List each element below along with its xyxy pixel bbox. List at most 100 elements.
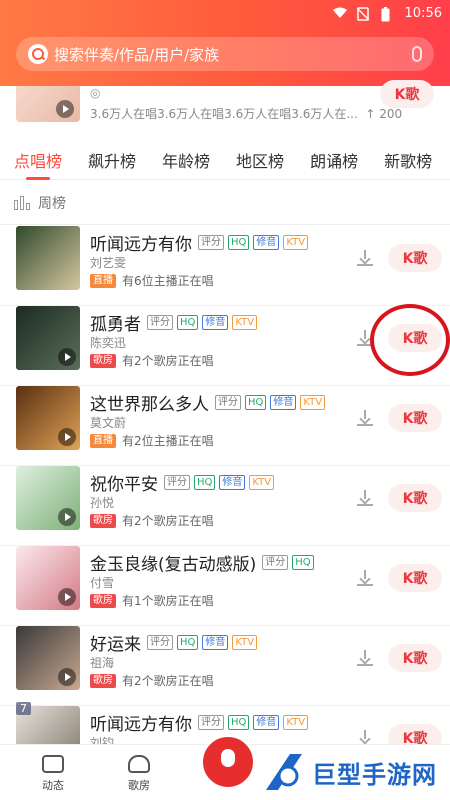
- download-icon-base: [357, 264, 373, 266]
- song-status: 歌房 有2个歌房正在唱: [90, 352, 214, 369]
- song-title[interactable]: 好运来: [90, 630, 141, 655]
- k-song-button[interactable]: K歌: [388, 644, 442, 672]
- song-tag: KTV: [283, 235, 309, 250]
- download-icon-base: [357, 344, 373, 346]
- nav-room[interactable]: 歌房: [114, 755, 164, 793]
- watermark-logo-icon: [266, 754, 302, 790]
- sing-center-button[interactable]: [200, 734, 256, 790]
- tab-dianchang[interactable]: 点唱榜: [14, 140, 62, 180]
- song-artist[interactable]: 陈奕迅: [90, 334, 126, 351]
- featured-k-button[interactable]: K歌: [380, 80, 434, 108]
- song-artist[interactable]: 祖海: [90, 654, 114, 671]
- bar-chart-icon: [14, 196, 30, 210]
- song-title-line: 金玉良缘(复古动感版) 评分 HQ: [90, 550, 314, 575]
- k-song-button[interactable]: K歌: [388, 484, 442, 512]
- song-status: 直播 有2位主播正在唱: [90, 432, 214, 449]
- song-tag: 修音: [219, 475, 246, 490]
- song-cover[interactable]: [16, 386, 80, 450]
- song-tag: 评分: [198, 715, 224, 730]
- song-artist[interactable]: 莫文蔚: [90, 414, 126, 431]
- song-tag: 评分: [262, 555, 289, 570]
- download-icon[interactable]: [358, 250, 372, 264]
- song-row[interactable]: 听闻远方有你 评分 HQ 修音 KTV 刘艺雯 直播 有6位主播正在唱 K歌: [0, 226, 450, 306]
- status-badge: 歌房: [90, 673, 116, 688]
- song-tag: 修音: [253, 715, 280, 730]
- song-artist[interactable]: 刘艺雯: [90, 254, 126, 271]
- song-tag: 修音: [202, 315, 229, 330]
- download-icon-base: [357, 584, 373, 586]
- song-title[interactable]: 听闻远方有你: [90, 710, 192, 735]
- song-tag: 修音: [202, 635, 229, 650]
- tab-nianling[interactable]: 年龄榜: [162, 140, 210, 180]
- song-title[interactable]: 金玉良缘(复古动感版): [90, 550, 256, 575]
- song-tag: HQ: [245, 395, 267, 410]
- song-tag: 评分: [198, 235, 224, 250]
- song-row[interactable]: 金玉良缘(复古动感版) 评分 HQ 付雪 歌房 有1个歌房正在唱 K歌: [0, 546, 450, 626]
- tab-xinge[interactable]: 新歌榜: [384, 140, 432, 180]
- wifi-icon: [332, 7, 347, 19]
- song-cover[interactable]: [16, 466, 80, 530]
- featured-card[interactable]: ◎ 3.6万人在唱3.6万人在唱3.6万人在唱3.6万人在... ↑ 200 K…: [16, 80, 446, 130]
- play-icon[interactable]: [58, 588, 76, 606]
- divider: [0, 224, 450, 225]
- song-tag: HQ: [228, 715, 250, 730]
- song-cover[interactable]: [16, 546, 80, 610]
- battery-icon: [381, 7, 395, 22]
- status-text: 有2个歌房正在唱: [122, 514, 214, 528]
- k-song-button[interactable]: K歌: [388, 564, 442, 592]
- tab-langsong[interactable]: 朗诵榜: [310, 140, 358, 180]
- nav-feed-label: 动态: [42, 779, 64, 792]
- song-row[interactable]: 祝你平安 评分 HQ 修音 KTV 孙悦 歌房 有2个歌房正在唱 K歌: [0, 466, 450, 546]
- song-tag: HQ: [177, 315, 199, 330]
- period-filter[interactable]: 周榜: [14, 192, 66, 214]
- song-cover[interactable]: [16, 306, 80, 370]
- globe-icon: ◎: [90, 86, 101, 100]
- song-cover[interactable]: [16, 626, 80, 690]
- play-icon[interactable]: [58, 348, 76, 366]
- status-text: 有2个歌房正在唱: [122, 354, 214, 368]
- status-badge: 歌房: [90, 513, 116, 528]
- download-icon[interactable]: [358, 730, 372, 744]
- song-tag: HQ: [177, 635, 199, 650]
- song-artist[interactable]: 付雪: [90, 574, 114, 591]
- song-tag: KTV: [300, 395, 326, 410]
- play-icon[interactable]: [58, 428, 76, 446]
- play-icon[interactable]: [56, 100, 74, 118]
- song-title[interactable]: 这世界那么多人: [90, 390, 209, 415]
- download-icon[interactable]: [358, 490, 372, 504]
- song-row[interactable]: 孤勇者 评分 HQ 修音 KTV 陈奕迅 歌房 有2个歌房正在唱 K歌: [0, 306, 450, 386]
- song-row[interactable]: 好运来 评分 HQ 修音 KTV 祖海 歌房 有2个歌房正在唱 K歌: [0, 626, 450, 706]
- song-row[interactable]: 这世界那么多人 评分 HQ 修音 KTV 莫文蔚 直播 有2位主播正在唱 K歌: [0, 386, 450, 466]
- song-title-line: 这世界那么多人 评分 HQ 修音 KTV: [90, 390, 326, 415]
- microphone-icon[interactable]: [412, 46, 422, 62]
- status-bar: 10:56: [332, 4, 442, 22]
- featured-thumbnail[interactable]: [16, 86, 80, 122]
- download-icon[interactable]: [358, 570, 372, 584]
- play-icon[interactable]: [58, 508, 76, 526]
- search-bar[interactable]: 搜索伴奏/作品/用户/家族: [16, 37, 434, 71]
- download-icon[interactable]: [358, 410, 372, 424]
- status-badge: 直播: [90, 433, 116, 448]
- song-title[interactable]: 孤勇者: [90, 310, 141, 335]
- tab-biaosheng[interactable]: 飙升榜: [88, 140, 136, 180]
- tab-diqu[interactable]: 地区榜: [236, 140, 284, 180]
- nav-feed[interactable]: 动态: [28, 755, 78, 793]
- download-icon[interactable]: [358, 650, 372, 664]
- play-icon[interactable]: [58, 668, 76, 686]
- rank-number: 7: [16, 702, 31, 715]
- k-song-button[interactable]: K歌: [388, 244, 442, 272]
- song-artist[interactable]: 孙悦: [90, 494, 114, 511]
- song-tag: HQ: [194, 475, 216, 490]
- song-status: 歌房 有1个歌房正在唱: [90, 592, 214, 609]
- k-song-button[interactable]: K歌: [388, 324, 442, 352]
- download-icon[interactable]: [358, 330, 372, 344]
- status-time: 10:56: [404, 5, 442, 21]
- song-title-line: 听闻远方有你 评分 HQ 修音 KTV: [90, 710, 309, 735]
- k-song-button[interactable]: K歌: [388, 404, 442, 432]
- song-cover[interactable]: [16, 226, 80, 290]
- no-sim-icon: [356, 7, 371, 21]
- song-title[interactable]: 祝你平安: [90, 470, 158, 495]
- song-title[interactable]: 听闻远方有你: [90, 230, 192, 255]
- song-tag: KTV: [249, 475, 275, 490]
- status-text: 有2位主播正在唱: [122, 434, 214, 448]
